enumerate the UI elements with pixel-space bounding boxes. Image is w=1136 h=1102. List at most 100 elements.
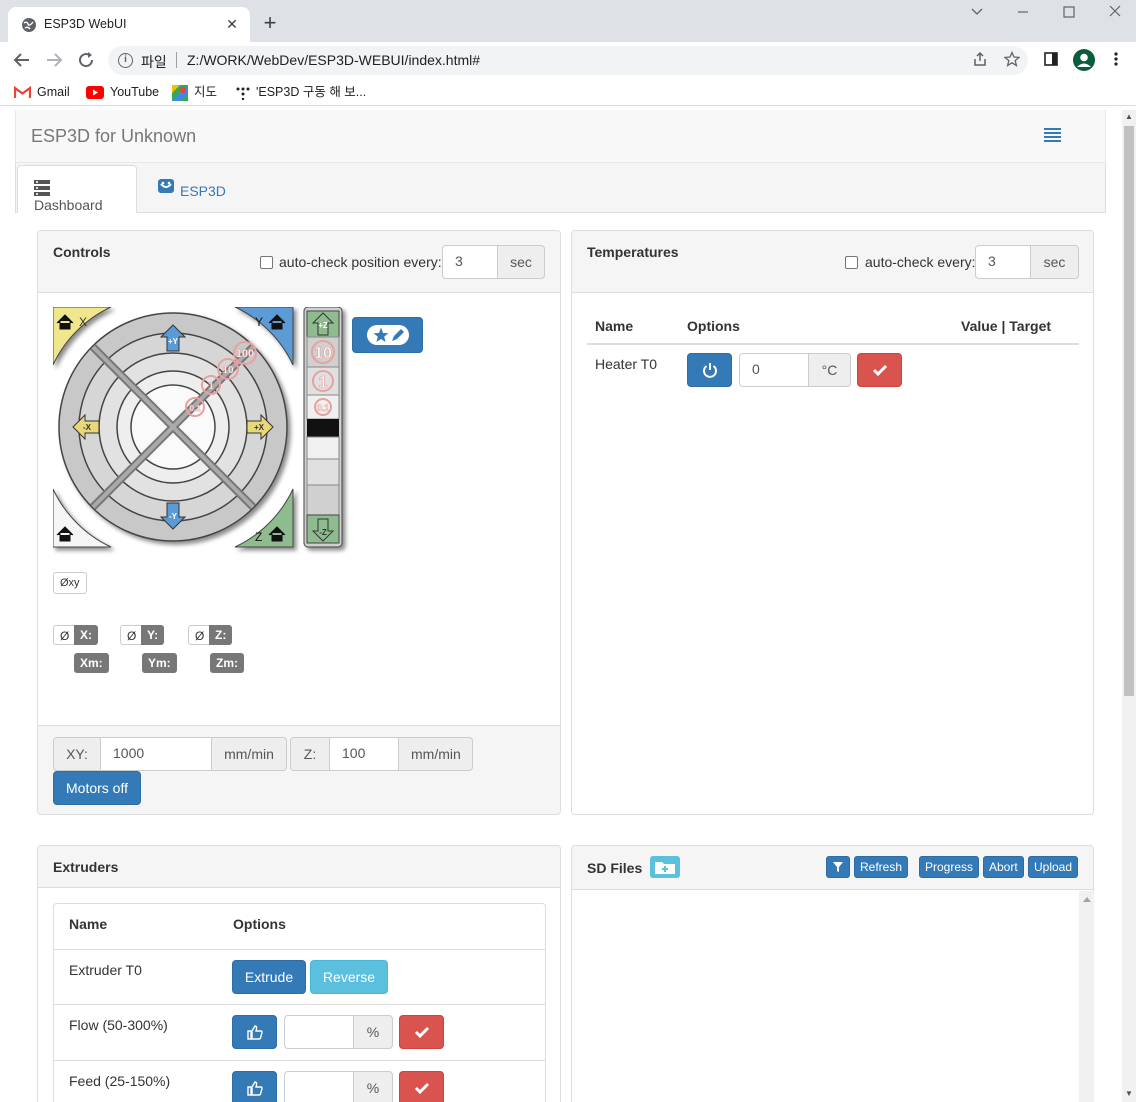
reload-icon[interactable] bbox=[74, 48, 98, 72]
feed-reset-button[interactable] bbox=[232, 1071, 277, 1102]
extruders-panel: Extruders Name Options Extruder T0 Extru… bbox=[37, 845, 561, 1102]
zero-y-button[interactable]: Ø bbox=[120, 625, 144, 645]
autocheck-temperature-label: auto-check every: bbox=[865, 254, 976, 270]
extrude-button[interactable]: Extrude bbox=[232, 960, 306, 994]
controls-heading: Controls auto-check position every: 3 se… bbox=[38, 231, 560, 293]
jog-z-minus-1-step[interactable] bbox=[306, 458, 340, 486]
bookmark-esp3d[interactable]: 'ESP3D 구동 해 보... bbox=[236, 83, 366, 101]
tab-title: ESP3D WebUI bbox=[44, 17, 127, 31]
bookmark-gmail[interactable]: Gmail bbox=[14, 83, 70, 101]
extruder-header-options: Options bbox=[233, 916, 286, 932]
bookmarks-bar: Gmail YouTube 지도 'ESP3D 구동 해 보... bbox=[0, 78, 1136, 106]
close-window-icon[interactable] bbox=[1100, 4, 1130, 26]
heater-t0-name: Heater T0 bbox=[595, 356, 657, 372]
browser-tab[interactable]: ESP3D WebUI ✕ bbox=[8, 7, 250, 42]
jog-ring-1-label: 1 bbox=[208, 381, 214, 392]
temperatures-title: Temperatures bbox=[587, 244, 679, 260]
flow-reset-button[interactable] bbox=[232, 1015, 277, 1049]
home-z-label: Z bbox=[255, 530, 262, 544]
tab-dashboard[interactable]: Dashboard bbox=[17, 165, 137, 213]
sdfiles-panel: SD Files Refresh Progress Abort Upload bbox=[571, 845, 1094, 1102]
feed-xy-input[interactable]: 1000 bbox=[100, 737, 212, 771]
scroll-up-arrow[interactable] bbox=[1083, 897, 1091, 902]
zero-xy-button[interactable]: Øxy bbox=[53, 572, 87, 594]
address-separator bbox=[176, 52, 177, 68]
temperatures-panel: Temperatures auto-check every: 3 sec Nam… bbox=[571, 230, 1094, 815]
upload-button[interactable]: Upload bbox=[1028, 856, 1079, 878]
forward-icon[interactable] bbox=[42, 48, 66, 72]
info-icon[interactable]: i bbox=[118, 53, 133, 68]
zero-x-button[interactable]: Ø bbox=[53, 625, 77, 645]
temp-header-divider bbox=[587, 343, 1079, 345]
jog-z-1-label: 1 bbox=[319, 374, 328, 391]
autocheck-position-unit: sec bbox=[497, 245, 545, 279]
star-icon[interactable] bbox=[1002, 50, 1022, 71]
page-scrollbar[interactable]: ▲ ▼ bbox=[1122, 110, 1136, 1102]
browser-toolbar: i 파일 Z:/WORK/WebDev/ESP3D-WEBUI/index.ht… bbox=[0, 42, 1136, 78]
progress-button[interactable]: Progress bbox=[919, 856, 980, 878]
minimize-icon[interactable] bbox=[1008, 4, 1038, 26]
bookmark-youtube[interactable]: YouTube bbox=[86, 83, 159, 101]
extruders-heading: Extruders bbox=[38, 846, 560, 888]
jog-control[interactable]: 100 10 1 0.1 +Y -Y +X -X X Y Z +Z 10 1 0… bbox=[53, 307, 353, 557]
temp-header-options: Options bbox=[687, 318, 740, 334]
jog-ring-100-label: 100 bbox=[236, 348, 254, 360]
filter-button[interactable] bbox=[826, 856, 850, 878]
bookmark-maps[interactable]: 지도 bbox=[172, 83, 217, 101]
heater-set-button[interactable] bbox=[857, 353, 902, 387]
feed-z-label: Z: bbox=[290, 737, 330, 771]
web-page: ESP3D for Unknown Dashboard ESP3D Contro… bbox=[0, 110, 1122, 1102]
jog-z-minus-01-step[interactable] bbox=[306, 436, 340, 460]
autocheck-position-input[interactable]: 3 bbox=[442, 245, 498, 279]
chevron-down-icon[interactable] bbox=[962, 4, 992, 26]
temperatures-heading: Temperatures auto-check every: 3 sec bbox=[572, 231, 1093, 293]
extruder-t0-name: Extruder T0 bbox=[69, 962, 142, 978]
new-tab-button[interactable]: + bbox=[258, 11, 282, 35]
scroll-up-arrow[interactable]: ▲ bbox=[1125, 113, 1133, 121]
share-icon[interactable] bbox=[970, 51, 990, 71]
scrollbar-thumb[interactable] bbox=[1124, 126, 1134, 696]
position-zm-label: Zm: bbox=[210, 653, 244, 673]
feed-z-input[interactable]: 100 bbox=[329, 737, 399, 771]
jog-z-center bbox=[307, 419, 339, 437]
jog-z-minus-10-step[interactable] bbox=[306, 484, 340, 516]
more-menu-icon[interactable] bbox=[1106, 51, 1126, 71]
abort-button[interactable]: Abort bbox=[983, 856, 1024, 878]
jog-minus-y-label: -Y bbox=[169, 512, 178, 521]
scroll-down-arrow[interactable]: ▼ bbox=[1125, 1090, 1133, 1098]
address-bar[interactable]: i 파일 Z:/WORK/WebDev/ESP3D-WEBUI/index.ht… bbox=[108, 46, 1028, 75]
reverse-button[interactable]: Reverse bbox=[310, 960, 388, 994]
back-icon[interactable] bbox=[10, 48, 34, 72]
temp-header-name: Name bbox=[595, 318, 634, 334]
jog-ring-10-label: 10 bbox=[222, 365, 234, 376]
address-scheme: 파일 bbox=[141, 54, 167, 70]
tab-esp3d[interactable]: ESP3D bbox=[142, 165, 240, 213]
power-icon bbox=[702, 363, 717, 378]
close-tab-icon[interactable]: ✕ bbox=[222, 14, 242, 34]
flow-set-button[interactable] bbox=[399, 1015, 444, 1049]
sdfiles-scrollbar[interactable] bbox=[1079, 891, 1094, 1102]
macro-button[interactable] bbox=[352, 317, 423, 353]
feed-input[interactable] bbox=[284, 1071, 354, 1102]
profile-avatar-icon[interactable] bbox=[1073, 49, 1095, 71]
autocheck-temperature-checkbox[interactable] bbox=[845, 256, 858, 269]
side-panel-icon[interactable] bbox=[1041, 51, 1061, 71]
feed-set-button[interactable] bbox=[399, 1071, 444, 1102]
app-brand[interactable]: ESP3D for Unknown bbox=[31, 126, 196, 147]
maximize-icon[interactable] bbox=[1054, 4, 1084, 26]
create-folder-button[interactable] bbox=[650, 856, 680, 878]
controls-title: Controls bbox=[53, 244, 111, 260]
refresh-button[interactable]: Refresh bbox=[854, 856, 909, 878]
motors-off-button[interactable]: Motors off bbox=[53, 771, 141, 805]
menu-icon[interactable] bbox=[1044, 128, 1061, 142]
heater-target-input[interactable]: 0 bbox=[739, 353, 809, 387]
app-navbar: ESP3D for Unknown bbox=[15, 110, 1106, 163]
heater-power-button[interactable] bbox=[687, 353, 732, 387]
flow-input[interactable] bbox=[284, 1015, 354, 1049]
address-url[interactable]: Z:/WORK/WebDev/ESP3D-WEBUI/index.html# bbox=[187, 52, 480, 68]
zero-z-button[interactable]: Ø bbox=[188, 625, 212, 645]
autocheck-temperature-input[interactable]: 3 bbox=[975, 245, 1031, 279]
extruder-divider-1 bbox=[54, 949, 545, 950]
autocheck-position-checkbox[interactable] bbox=[260, 256, 273, 269]
jog-plus-y-label: +Y bbox=[168, 337, 179, 346]
